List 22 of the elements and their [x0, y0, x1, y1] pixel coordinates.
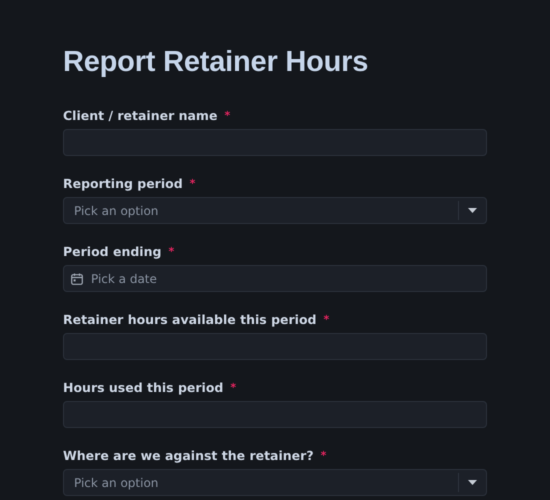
required-mark: *: [168, 244, 174, 258]
select-field[interactable]: Pick an option: [63, 469, 487, 496]
calendar-icon: [71, 272, 83, 284]
required-mark: *: [323, 312, 330, 326]
date-field[interactable]: Pick a date: [63, 265, 487, 292]
text-field[interactable]: [63, 401, 487, 428]
required-mark: *: [190, 176, 196, 190]
field-label: Where are we against the retainer?: [63, 448, 314, 462]
caret-icon: [468, 480, 477, 485]
field-label: Hours used this period: [63, 380, 224, 394]
field-label: Period ending: [63, 244, 162, 258]
field-label: Client / retainer name: [63, 108, 218, 122]
form-title: Report Retainer Hours: [63, 45, 370, 80]
select-field[interactable]: Pick an option: [63, 197, 487, 224]
required-mark: *: [320, 448, 326, 462]
required-mark: *: [230, 380, 236, 394]
required-mark: *: [224, 108, 230, 122]
caret-icon: [468, 208, 477, 213]
text-field[interactable]: [63, 333, 487, 360]
field-label: Retainer hours available this period: [63, 312, 316, 326]
text-field[interactable]: [63, 129, 487, 156]
field-label: Reporting period: [63, 176, 183, 190]
